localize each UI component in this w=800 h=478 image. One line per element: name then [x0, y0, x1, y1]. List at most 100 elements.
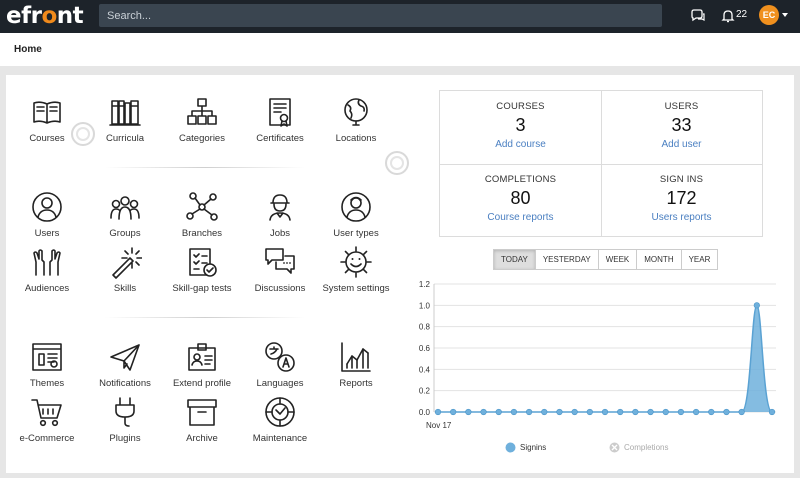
period-button-today[interactable]: TODAY — [493, 249, 536, 270]
data-point[interactable] — [571, 408, 578, 416]
logo[interactable]: efront — [6, 3, 84, 29]
branches-icon — [186, 192, 218, 221]
add-course-link[interactable]: Add course — [440, 139, 601, 150]
data-point[interactable] — [541, 408, 548, 416]
tile-label: Courses — [29, 133, 65, 144]
y-tick-label: 0.8 — [419, 323, 431, 332]
stat-label: COMPLETIONS — [484, 174, 557, 185]
tile-label: Audiences — [24, 283, 70, 294]
data-point[interactable] — [708, 408, 715, 416]
divider — [105, 167, 305, 168]
chart-icon — [341, 342, 371, 372]
data-point[interactable] — [632, 408, 639, 416]
discussion-icon — [265, 248, 295, 274]
tile-courses[interactable]: Courses — [2, 95, 92, 144]
tile-label: Categories — [179, 133, 225, 144]
data-point[interactable] — [556, 408, 563, 416]
tile-label: Themes — [29, 378, 65, 389]
stat-value: 3 — [515, 115, 526, 135]
plug-icon — [115, 397, 135, 427]
tile-users[interactable]: Users — [2, 190, 92, 239]
divider — [105, 317, 305, 318]
data-point[interactable] — [510, 408, 518, 416]
tile-label: Users — [34, 228, 60, 239]
data-point[interactable] — [617, 408, 624, 416]
data-point[interactable] — [723, 408, 730, 416]
book-icon — [33, 101, 61, 124]
data-point[interactable] — [692, 408, 700, 416]
books-icon — [109, 100, 141, 126]
maintenance-icon — [265, 397, 295, 427]
data-point[interactable] — [753, 302, 760, 309]
data-point[interactable] — [677, 408, 685, 416]
y-tick-label: 1.2 — [419, 280, 431, 289]
tile-label: System settings — [322, 283, 390, 294]
tile-categories[interactable]: Categories — [157, 95, 247, 144]
data-point[interactable] — [601, 408, 609, 416]
users-reports-link[interactable]: Users reports — [601, 212, 762, 223]
user-type-icon — [341, 192, 371, 222]
signins-line — [438, 304, 773, 413]
stat-completions: COMPLETIONS 80 Course reports — [440, 164, 601, 237]
search-input[interactable] — [99, 4, 662, 27]
data-point[interactable] — [647, 408, 654, 416]
data-point[interactable] — [738, 408, 745, 416]
id-card-icon — [188, 343, 216, 371]
stat-value: 172 — [666, 188, 697, 208]
worker-icon — [269, 194, 291, 221]
stat-label: USERS — [664, 101, 699, 112]
themes-icon — [32, 343, 62, 371]
legend-hidden-icon — [609, 442, 620, 453]
period-button-yesterday[interactable]: YESTERDAY — [534, 249, 599, 270]
data-point[interactable] — [450, 408, 457, 416]
tile-branches[interactable]: Branches — [157, 190, 247, 239]
tile-label: User types — [333, 228, 379, 239]
tile-skill-gap-tests[interactable]: Skill-gap tests — [157, 245, 247, 294]
cart-icon — [31, 399, 62, 427]
magic-wand-icon — [112, 247, 142, 279]
gear-smile-icon — [340, 246, 372, 278]
tile-audiences[interactable]: Audiences — [2, 245, 92, 294]
add-user-link[interactable]: Add user — [601, 139, 762, 150]
tile-label: Extend profile — [172, 378, 232, 389]
tile-reports[interactable]: Reports — [311, 340, 401, 389]
stat-value: 80 — [510, 188, 531, 208]
breadcrumb[interactable]: Home — [14, 44, 42, 55]
data-point[interactable] — [768, 408, 776, 416]
y-tick-label: 1.0 — [419, 301, 431, 310]
data-point[interactable] — [662, 408, 669, 416]
bell-icon[interactable] — [720, 8, 736, 24]
period-button-year[interactable]: YEAR — [680, 249, 719, 270]
period-button-week[interactable]: WEEK — [597, 249, 638, 270]
data-point[interactable] — [586, 408, 593, 416]
legend-signins[interactable]: Signins — [505, 442, 546, 453]
data-point[interactable] — [495, 408, 502, 416]
period-selector: TODAY YESTERDAY WEEK MONTH YEAR — [493, 249, 719, 270]
data-point[interactable] — [480, 408, 487, 416]
chat-icon[interactable] — [690, 8, 706, 24]
tile-label: Locations — [335, 133, 377, 144]
stat-label: COURSES — [496, 101, 545, 112]
tile-themes[interactable]: Themes — [2, 340, 92, 389]
tile-user-types[interactable]: User types — [311, 190, 401, 239]
caret-down-icon[interactable] — [782, 13, 788, 17]
legend-label: Completions — [624, 443, 669, 452]
stat-users: USERS 33 Add user — [601, 91, 762, 164]
notification-count[interactable]: 22 — [736, 9, 747, 20]
avatar[interactable]: EC — [759, 5, 779, 25]
data-point[interactable] — [434, 408, 442, 416]
tile-extend-profile[interactable]: Extend profile — [157, 340, 247, 389]
course-reports-link[interactable]: Course reports — [440, 212, 601, 223]
hierarchy-icon — [187, 98, 217, 125]
tile-locations[interactable]: Locations — [311, 95, 401, 144]
tile-archive[interactable]: Archive — [157, 395, 247, 444]
tile-system-settings[interactable]: System settings — [311, 245, 401, 294]
tile-e-commerce[interactable]: e-Commerce — [2, 395, 92, 444]
data-point[interactable] — [465, 408, 472, 416]
tile-maintenance[interactable]: Maintenance — [235, 395, 325, 444]
legend-completions[interactable]: Completions — [609, 442, 668, 453]
data-point[interactable] — [525, 408, 533, 416]
period-button-month[interactable]: MONTH — [636, 249, 682, 270]
signins-chart: 0.0 0.2 0.4 0.6 0.8 1.0 1.2 Nov 17 — [419, 280, 776, 430]
tile-label: Branches — [181, 228, 223, 239]
